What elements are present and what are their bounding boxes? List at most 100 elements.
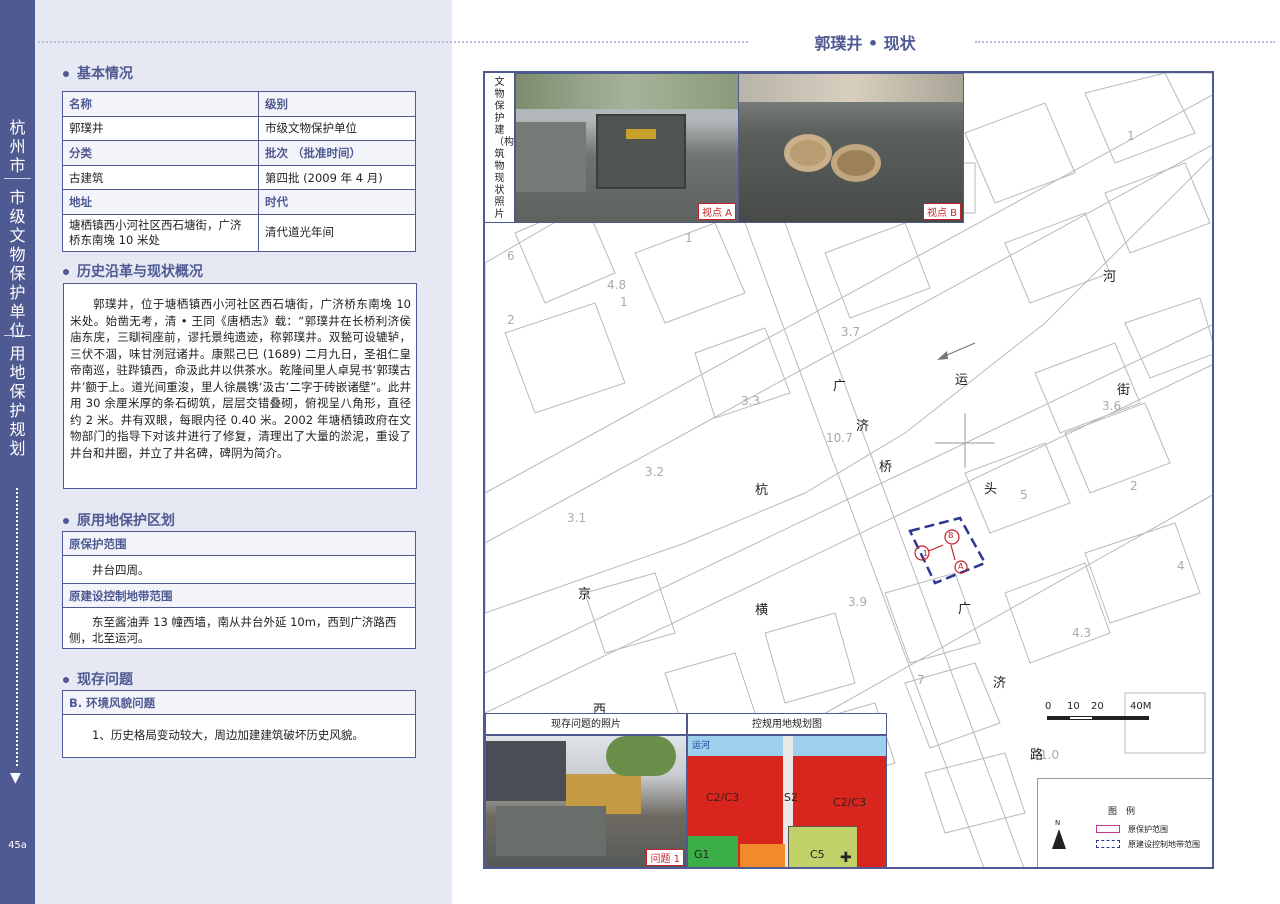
plan-zone-label: S2 xyxy=(784,791,798,804)
map-label: 杭 xyxy=(755,483,769,498)
map-label: 京 xyxy=(578,587,592,602)
basic-heading: 基本情况 xyxy=(63,63,133,83)
site-map: 1 B A 河 运 街 广 济 桥 杭 头 京 横 广 济 西 路 1 2 4.… xyxy=(483,71,1214,869)
parcel-number: 4 xyxy=(1177,559,1185,573)
side-city: 杭州市 xyxy=(0,118,35,175)
legend: 图 例 N 原保护范围 原建设控制地带范围 xyxy=(1037,778,1212,867)
page-title: 郭璞井 • 现状 xyxy=(814,34,916,53)
photo-background xyxy=(739,74,963,102)
map-label: 济 xyxy=(856,419,870,434)
well-mouth-right xyxy=(831,144,881,182)
plan-river-label: 运河 xyxy=(692,741,711,751)
side-strip: 杭州市 市级文物保护单位 用地保护规划 ▼ 45a xyxy=(0,0,35,904)
issue-photo: 问题 1 xyxy=(485,735,687,867)
side-category-text: 市级文物保护单位 xyxy=(9,188,26,340)
table-header-cell: 地址 xyxy=(62,189,259,215)
table-header-cell: 时代 xyxy=(258,189,416,215)
parcel-number: 3.9 xyxy=(848,595,868,609)
original-heading-text: 原用地保护区划 xyxy=(77,513,175,529)
marker-a: A xyxy=(958,562,964,571)
top-dotted-rule xyxy=(975,41,1275,43)
photo-trees xyxy=(516,74,738,109)
table-header-cell: 批次 （批准时间） xyxy=(258,140,416,166)
map-label: 运 xyxy=(955,373,969,388)
issue-type-label: B. 环境风貌问题 xyxy=(63,691,415,715)
history-heading: 历史沿革与现状概况 xyxy=(63,261,203,281)
photo-viewpoint-a: 视点 A xyxy=(515,73,739,223)
photo-title: 文物保护建（构）筑物现状照片 xyxy=(485,73,524,223)
stele xyxy=(596,114,686,189)
map-label: 广 xyxy=(833,379,847,394)
map-label: 横 xyxy=(755,603,769,618)
map-label: 河 xyxy=(1103,270,1117,285)
parcel-number: 7 xyxy=(917,673,925,687)
marker-1: 1 xyxy=(923,549,929,558)
viewpoint-b-tag: 视点 B xyxy=(922,203,961,220)
parcel-number: 6 xyxy=(507,249,515,263)
photo-title-text: 文物保护建（构）筑物现状照片 xyxy=(494,77,524,220)
side-section-text: 用地保护规划 xyxy=(9,344,26,458)
zoning-plan: 运河 C2/C3 S2 C2/C3 G1 C5 ✚ xyxy=(687,735,887,867)
parcel-number: 1.0 xyxy=(1040,748,1060,762)
legend-item: 原保护范围 xyxy=(1128,825,1168,834)
legend-title: 图 例 xyxy=(1108,807,1136,817)
map-label: 街 xyxy=(1117,383,1131,398)
bullet-icon xyxy=(63,269,69,275)
table-cell: 清代道光年间 xyxy=(258,213,416,252)
history-heading-text: 历史沿革与现状概况 xyxy=(77,264,203,280)
hospital-cross-icon: ✚ xyxy=(840,850,852,866)
table-row: 古建筑 第四批 (2009 年 4 月) xyxy=(62,164,416,191)
top-dotted-rule xyxy=(38,41,748,43)
issue-tag: 问题 1 xyxy=(646,849,684,866)
parcel-number: 5 xyxy=(1020,488,1028,502)
issues-box: B. 环境风貌问题 1、历史格局变动较大，周边加建建筑破坏历史风貌。 xyxy=(62,690,416,758)
map-label: 济 xyxy=(993,676,1007,691)
parcel-number: 2 xyxy=(507,313,515,327)
legend-swatch-protect xyxy=(1096,825,1120,833)
parcel-number: 3.3 xyxy=(741,394,761,408)
protect-text: 井台四周。 xyxy=(63,556,415,584)
legend-item: 原建设控制地带范围 xyxy=(1128,840,1200,849)
original-heading: 原用地保护区划 xyxy=(63,510,175,530)
stele-inscription xyxy=(626,129,656,139)
basic-info-table: 名称 级别 郭璞井 市级文物保护单位 分类 批次 （批准时间） 古建筑 第四批 (200… xyxy=(62,91,416,252)
scale-tick: 0 xyxy=(1045,701,1052,712)
original-zoning-box: 原保护范围 井台四周。 原建设控制地带范围 东至酱油弄 13 幢西墙，南从井台外… xyxy=(62,531,416,649)
legend-swatch-control xyxy=(1096,840,1120,848)
table-header-cell: 名称 xyxy=(62,91,259,117)
table-row: 塘栖镇西小河社区西石塘街，广济桥东南堍 10 米处 清代道光年间 xyxy=(62,213,416,252)
side-separator xyxy=(4,335,31,336)
issues-heading-text: 现存问题 xyxy=(77,672,133,688)
page-number: 45a xyxy=(8,840,27,851)
plan-zone-label: G1 xyxy=(694,848,710,861)
stone-balustrade xyxy=(496,806,606,856)
parcel-number: 4.3 xyxy=(1072,626,1092,640)
parcel-number: 1 xyxy=(620,295,628,309)
parcel-number: 3.2 xyxy=(645,465,665,479)
basic-heading-text: 基本情况 xyxy=(77,66,133,82)
map-label: 广 xyxy=(958,602,972,617)
issue-photo-title: 现存问题的照片 xyxy=(485,713,687,735)
scale-tick: 20 xyxy=(1091,701,1104,712)
map-label: 头 xyxy=(984,482,998,497)
table-cell: 第四批 (2009 年 4 月) xyxy=(258,164,416,191)
scale-bar: 0 10 20 40M xyxy=(1045,701,1155,725)
stone-railing xyxy=(516,122,586,192)
parcel-number: 3.7 xyxy=(841,325,861,339)
table-header-cell: 级别 xyxy=(258,91,416,117)
bullet-icon xyxy=(63,518,69,524)
parcel-number: 2 xyxy=(1130,479,1138,493)
table-row: 地址 时代 xyxy=(62,189,416,215)
map-label: 桥 xyxy=(879,460,893,475)
old-building xyxy=(486,741,566,801)
protect-label: 原保护范围 xyxy=(63,532,415,556)
plan-zone-label: C2/C3 xyxy=(833,796,867,809)
scale-bar-graphic xyxy=(1047,716,1149,720)
north-arrow-icon: N xyxy=(1050,819,1072,851)
plan-zone-label: C2/C3 xyxy=(706,791,740,804)
scale-tick: 10 xyxy=(1067,701,1080,712)
parcel-number: 3.1 xyxy=(567,511,587,525)
down-arrow-icon: ▼ xyxy=(10,770,21,786)
parcel-number: 4.8 xyxy=(607,278,627,292)
scale-tick: 40M xyxy=(1130,701,1152,712)
